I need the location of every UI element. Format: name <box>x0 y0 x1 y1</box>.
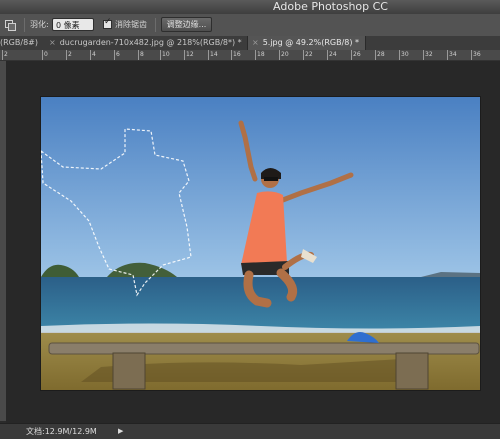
ruler-tick: 30 <box>399 50 409 60</box>
document-tab[interactable]: (RGB/8#) <box>0 36 38 50</box>
divider <box>24 18 25 32</box>
ruler-tick: 2 <box>2 50 8 60</box>
document-tab-active[interactable]: × 5.jpg @ 49.2%(RGB/8) * <box>247 36 367 50</box>
ruler-tick: 8 <box>138 50 144 60</box>
ruler-tick: 10 <box>160 50 170 60</box>
ruler-tick: 22 <box>303 50 313 60</box>
refine-edge-button[interactable]: 调整边缘... <box>161 17 212 32</box>
ruler-tick: 20 <box>279 50 289 60</box>
title-bar: Adobe Photoshop CC <box>0 0 500 14</box>
ruler-tick: 4 <box>90 50 96 60</box>
ruler-tick: 18 <box>255 50 265 60</box>
document-size: 文档:12.9M/12.9M <box>26 427 97 436</box>
photo-image <box>41 97 480 390</box>
ruler-tick: 12 <box>184 50 194 60</box>
bench-leg-left <box>112 352 146 390</box>
tab-label: 5.jpg @ 49.2%(RGB/8) * <box>262 38 360 47</box>
document-tab-bar: (RGB/8#) × ducrugarden-710x482.jpg @ 218%… <box>0 36 500 50</box>
ruler-tick: 28 <box>375 50 385 60</box>
antialias-label: 消除锯齿 <box>115 20 147 29</box>
feather-input[interactable]: 0 像素 <box>52 18 94 31</box>
document-tab[interactable]: × ducrugarden-710x482.jpg @ 218%(RGB/8*) … <box>49 36 242 50</box>
ruler-tick: 16 <box>231 50 241 60</box>
lasso-tool-preset-icon[interactable] <box>4 18 18 32</box>
tab-label: (RGB/8#) <box>0 38 38 47</box>
checkmark-icon: ✓ <box>104 17 112 27</box>
bench-leg-right <box>395 352 429 390</box>
document-canvas[interactable] <box>41 97 480 390</box>
bench-seat <box>48 342 480 355</box>
ruler-tick: 26 <box>351 50 361 60</box>
antialias-checkbox[interactable]: ✓ <box>103 17 112 29</box>
zoom-field[interactable] <box>2 426 16 436</box>
feather-label: 羽化: <box>30 20 49 29</box>
ruler-tick: 2 <box>66 50 72 60</box>
app-title: Adobe Photoshop CC <box>273 0 388 13</box>
ruler-tick: 24 <box>327 50 337 60</box>
ruler-tick: 14 <box>208 50 218 60</box>
ruler-tick: 0 <box>42 50 48 60</box>
ruler-tick: 6 <box>114 50 120 60</box>
tab-label: ducrugarden-710x482.jpg @ 218%(RGB/8*) * <box>59 38 242 47</box>
play-arrow-icon[interactable]: ▶ <box>118 424 123 439</box>
ruler-tick: 34 <box>447 50 457 60</box>
status-bar: 文档:12.9M/12.9M ▶ <box>0 423 500 439</box>
horizontal-ruler: 2 0 2 4 6 8 10 12 14 16 18 20 22 24 26 2… <box>0 50 500 61</box>
ruler-tick: 32 <box>423 50 433 60</box>
options-bar: 羽化: 0 像素 ✓ 消除锯齿 调整边缘... <box>0 14 500 37</box>
close-icon[interactable]: × <box>252 38 259 47</box>
close-icon[interactable]: × <box>49 38 56 47</box>
ruler-tick: 36 <box>471 50 481 60</box>
divider <box>155 18 156 32</box>
